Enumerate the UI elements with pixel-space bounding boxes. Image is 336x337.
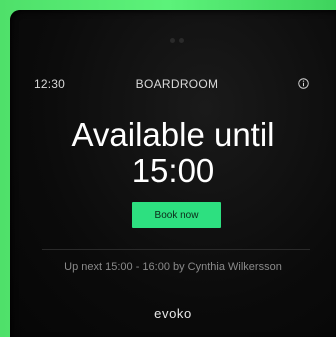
- clock: 12:30: [34, 77, 66, 91]
- book-now-button[interactable]: Book now: [132, 202, 221, 228]
- availability-until-time: 15:00: [131, 152, 215, 189]
- evoko-logo: evoko: [154, 306, 192, 321]
- status-bar: 12:30 BOARDROOM: [34, 76, 318, 94]
- availability-status: Available until 15:00: [10, 117, 336, 189]
- sensor-dot: [170, 38, 175, 43]
- camera-sensors: [170, 38, 184, 44]
- room-name: BOARDROOM: [135, 77, 219, 91]
- room-display-device: 12:30 BOARDROOM Available until 15:00 Bo…: [0, 0, 336, 337]
- availability-line-1: Available until: [71, 116, 275, 153]
- divider: [42, 249, 310, 250]
- info-icon[interactable]: [298, 78, 309, 89]
- sensor-dot: [179, 38, 184, 43]
- next-meeting-info: Up next 15:00 - 16:00 by Cynthia Wilkers…: [64, 261, 282, 273]
